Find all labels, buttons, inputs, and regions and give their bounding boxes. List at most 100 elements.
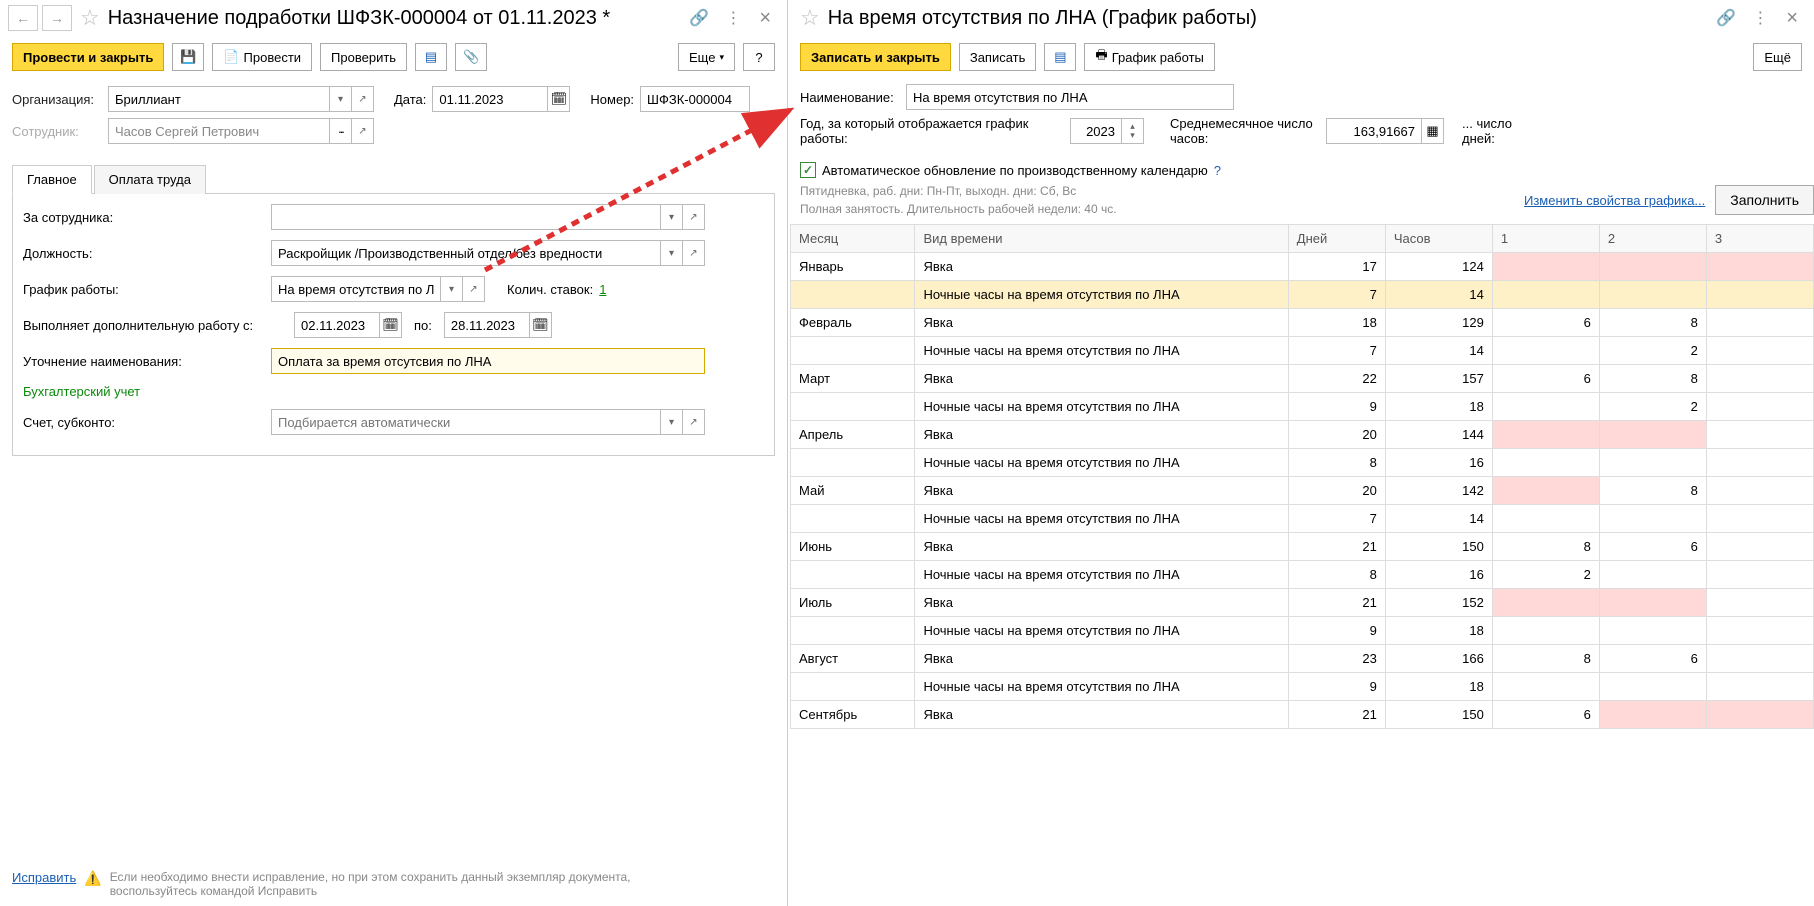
date-label: Дата: [394,92,426,107]
name-input[interactable] [906,84,1234,110]
save-and-close-button[interactable]: Записать и закрыть [800,43,951,71]
table-row[interactable]: Ночные часы на время отсутствия по ЛНА71… [791,505,1814,533]
favorite-star-icon[interactable]: ☆ [80,5,100,31]
clarify-input[interactable] [271,348,705,374]
account-dropdown-icon[interactable]: ▾ [661,409,683,435]
more-button-left[interactable]: Еще ▾ [678,43,735,71]
more-button-right[interactable]: Ещё [1753,43,1802,71]
help-question-icon[interactable]: ? [1214,163,1221,178]
fix-link[interactable]: Исправить [12,870,76,885]
nav-forward-button[interactable]: → [42,5,72,31]
employee-open-icon[interactable]: ↗ [352,118,374,144]
attach-button[interactable]: 📎 [455,43,487,71]
save-right-button[interactable]: Записать [959,43,1037,71]
col-hours[interactable]: Часов [1385,225,1492,253]
col-days[interactable]: Дней [1288,225,1385,253]
rates-value-link[interactable]: 1 [599,282,606,297]
footer-message: Если необходимо внести исправление, но п… [110,870,710,898]
for-employee-input[interactable] [271,204,661,230]
link-icon-right[interactable]: 🔗 [1710,8,1742,28]
year-spinner-icon[interactable]: ▴▾ [1122,118,1144,144]
table-row[interactable]: МайЯвка201428 [791,477,1814,505]
favorite-star-icon-right[interactable]: ☆ [800,5,820,31]
schedule-dropdown-icon[interactable]: ▾ [441,276,463,302]
extra-from-calendar-icon[interactable]: 🗓 [380,312,402,338]
table-row[interactable]: Ночные часы на время отсутствия по ЛНА81… [791,449,1814,477]
check-button[interactable]: Проверить [320,43,407,71]
name-label: Наименование: [800,90,898,105]
org-input[interactable] [108,86,330,112]
table-row[interactable]: Ночные часы на время отсутствия по ЛНА81… [791,561,1814,589]
col-type[interactable]: Вид времени [915,225,1288,253]
tab-main[interactable]: Главное [12,165,92,194]
account-open-icon[interactable]: ↗ [683,409,705,435]
employee-input[interactable] [108,118,330,144]
for-employee-dropdown-icon[interactable]: ▾ [661,204,683,230]
org-open-icon[interactable]: ↗ [352,86,374,112]
bookkeeping-heading: Бухгалтерский учет [23,384,140,399]
schedule-input[interactable] [271,276,441,302]
structure-button[interactable]: ▤ [415,43,447,71]
save-button[interactable]: 💾 [172,43,204,71]
autoupdate-label: Автоматическое обновление по производств… [822,163,1208,178]
close-button-left[interactable]: × [751,7,779,30]
menu-dots-icon[interactable]: ⋮ [719,8,747,28]
table-row[interactable]: ФевральЯвка1812968 [791,309,1814,337]
table-row[interactable]: СентябрьЯвка211506 [791,701,1814,729]
number-input[interactable] [640,86,750,112]
org-label: Организация: [12,92,102,107]
table-row[interactable]: Ночные часы на время отсутствия по ЛНА91… [791,673,1814,701]
year-label: Год, за который отображается график рабо… [800,116,1062,146]
structure-right-button[interactable]: ▤ [1044,43,1076,71]
fill-button[interactable]: Заполнить [1715,185,1814,215]
schedule-info-2: Полная занятость. Длительность рабочей н… [788,200,1524,218]
table-row[interactable]: АпрельЯвка20144 [791,421,1814,449]
col-day1[interactable]: 1 [1492,225,1599,253]
tab-pay[interactable]: Оплата труда [94,165,206,194]
table-row[interactable]: Ночные часы на время отсутствия по ЛНА91… [791,617,1814,645]
position-input[interactable] [271,240,661,266]
post-and-close-button[interactable]: Провести и закрыть [12,43,164,71]
position-open-icon[interactable]: ↗ [683,240,705,266]
table-row[interactable]: АвгустЯвка2316686 [791,645,1814,673]
year-input[interactable] [1070,118,1122,144]
employee-pick-icon[interactable]: ... [330,118,352,144]
help-button-left[interactable]: ? [743,43,775,71]
table-row[interactable]: Ночные часы на время отсутствия по ЛНА91… [791,393,1814,421]
autoupdate-checkbox[interactable]: ✓ [800,162,816,178]
schedule-button[interactable]: 🖶 График работы [1084,43,1214,71]
change-schedule-link[interactable]: Изменить свойства графика... [1524,193,1705,208]
close-button-right[interactable]: × [1778,7,1806,30]
date-input[interactable] [432,86,548,112]
table-row[interactable]: ИюльЯвка21152 [791,589,1814,617]
position-dropdown-icon[interactable]: ▾ [661,240,683,266]
for-employee-open-icon[interactable]: ↗ [683,204,705,230]
extra-to-calendar-icon[interactable]: 🗓 [530,312,552,338]
menu-dots-icon-right[interactable]: ⋮ [1746,8,1774,28]
post-button[interactable]: 📄Провести [212,43,312,71]
employee-label: Сотрудник: [12,124,102,139]
rates-label: Колич. ставок: [507,282,593,297]
table-row[interactable]: ИюньЯвка2115086 [791,533,1814,561]
extra-to-input[interactable] [444,312,530,338]
for-employee-label: За сотрудника: [23,210,265,225]
col-month[interactable]: Месяц [791,225,915,253]
col-day3[interactable]: 3 [1706,225,1813,253]
number-label: Номер: [590,92,634,107]
avg-hours-calc-icon[interactable]: ▦ [1422,118,1444,144]
avg-hours-input[interactable] [1326,118,1422,144]
extra-from-input[interactable] [294,312,380,338]
account-input[interactable] [271,409,661,435]
schedule-info-1: Пятидневка, раб. дни: Пн-Пт, выходн. дни… [788,182,1524,200]
col-day2[interactable]: 2 [1599,225,1706,253]
table-row[interactable]: Ночные часы на время отсутствия по ЛНА71… [791,281,1814,309]
date-calendar-icon[interactable]: 🗓 [548,86,570,112]
table-row[interactable]: ЯнварьЯвка17124 [791,253,1814,281]
table-row[interactable]: Ночные часы на время отсутствия по ЛНА71… [791,337,1814,365]
table-row[interactable]: МартЯвка2215768 [791,365,1814,393]
link-icon[interactable]: 🔗 [683,8,715,28]
schedule-open-icon[interactable]: ↗ [463,276,485,302]
clarify-label: Уточнение наименования: [23,354,265,369]
org-dropdown-icon[interactable]: ▾ [330,86,352,112]
nav-back-button[interactable]: ← [8,5,38,31]
